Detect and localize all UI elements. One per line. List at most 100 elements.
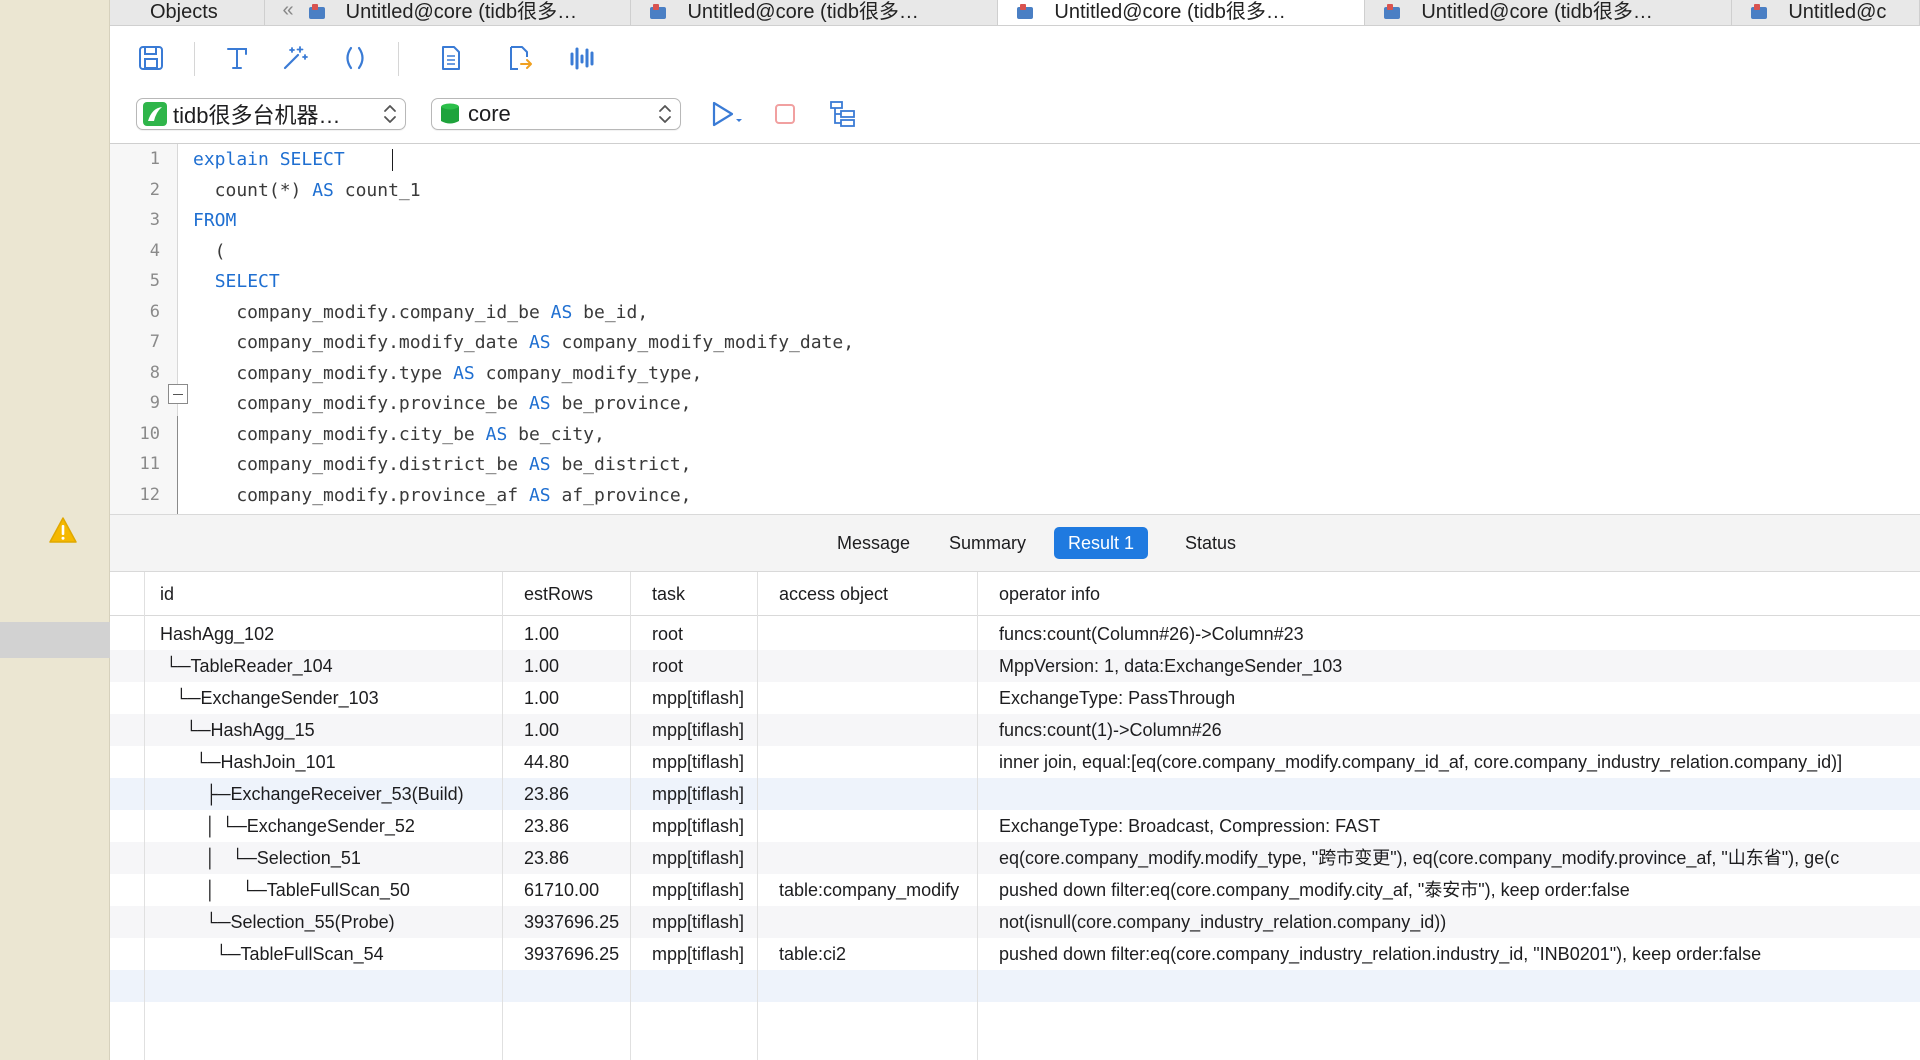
code-line[interactable]: 12 company_modify.province_af AS af_prov… (110, 480, 1920, 510)
cell-task[interactable]: mpp[tiflash] (640, 778, 763, 810)
cell-id[interactable]: └─TableFullScan_54 (148, 938, 508, 970)
code-line[interactable]: 8 company_modify.type AS company_modify_… (110, 358, 1920, 388)
column-header-id[interactable]: id (148, 572, 174, 616)
table-row[interactable]: │ └─ExchangeSender_52 23.86 mpp[tiflash] Ex… (110, 810, 1920, 842)
column-divider[interactable] (977, 572, 978, 1060)
cell-operator-info[interactable]: pushed down filter:eq(core.company_indus… (987, 938, 1761, 970)
table-row[interactable]: ├─ExchangeReceiver_53(Build) 23.86 mpp[tif… (110, 778, 1920, 810)
table-row[interactable]: └─TableReader_104 1.00 root MppVersion: 1, … (110, 650, 1920, 682)
table-row[interactable]: └─HashAgg_15 1.00 mpp[tiflash] funcs:count(… (110, 714, 1920, 746)
cell-task[interactable]: mpp[tiflash] (640, 714, 763, 746)
cell-estrows[interactable]: 1.00 (512, 650, 636, 682)
cell-task[interactable]: mpp[tiflash] (640, 842, 763, 874)
cell-access-object[interactable] (767, 618, 983, 650)
column-header-access-object[interactable]: access object (767, 572, 888, 616)
column-header-estrows[interactable]: estRows (512, 572, 593, 616)
explain-chart-icon[interactable] (566, 41, 600, 75)
cell-task[interactable]: root (640, 618, 763, 650)
tab-message[interactable]: Message (823, 527, 924, 559)
cell-operator-info[interactable]: ExchangeType: Broadcast, Compression: FA… (987, 810, 1380, 842)
cell-access-object[interactable] (767, 650, 983, 682)
table-row[interactable]: │ └─Selection_51 23.86 mpp[tiflash] eq(core… (110, 842, 1920, 874)
cell-task[interactable]: mpp[tiflash] (640, 746, 763, 778)
cell-id[interactable]: └─HashAgg_15 (148, 714, 508, 746)
text-document-icon[interactable] (434, 41, 468, 75)
tab-query-3-active[interactable]: Untitled@core (tidb很多… (998, 0, 1366, 25)
cell-access-object[interactable] (767, 682, 983, 714)
cell-access-object[interactable] (767, 906, 983, 938)
cell-estrows[interactable]: 1.00 (512, 714, 636, 746)
table-row[interactable]: └─HashJoin_101 44.80 mpp[tiflash] inner joi… (110, 746, 1920, 778)
cell-estrows[interactable]: 44.80 (512, 746, 636, 778)
cell-access-object[interactable] (767, 810, 983, 842)
tab-status[interactable]: Status (1171, 527, 1250, 559)
cell-id[interactable]: │ └─Selection_51 (148, 842, 508, 874)
code-line[interactable]: 3 FROM (110, 205, 1920, 235)
cell-task[interactable]: mpp[tiflash] (640, 682, 763, 714)
save-icon[interactable] (134, 41, 168, 75)
cell-operator-info[interactable]: inner join, equal:[eq(core.company_modif… (987, 746, 1842, 778)
cell-estrows[interactable]: 61710.00 (512, 874, 636, 906)
column-header-operator-info[interactable]: operator info (987, 572, 1100, 616)
cell-id[interactable]: HashAgg_102 (148, 618, 508, 650)
cell-id[interactable]: └─HashJoin_101 (148, 746, 508, 778)
tab-query-5[interactable]: Untitled@c (1732, 0, 1920, 25)
chevron-left-icon[interactable]: « (283, 0, 294, 22)
tab-query-4[interactable]: Untitled@core (tidb很多… (1365, 0, 1733, 25)
stop-icon[interactable] (768, 97, 802, 131)
run-play-icon[interactable] (706, 97, 750, 131)
cell-access-object[interactable] (767, 746, 983, 778)
column-header-task[interactable]: task (640, 572, 685, 616)
code-line[interactable]: 4 ( (110, 236, 1920, 266)
cell-id[interactable]: │ └─ExchangeSender_52 (148, 810, 508, 842)
cell-operator-info[interactable]: funcs:count(Column#26)->Column#23 (987, 618, 1304, 650)
cell-operator-info[interactable]: eq(core.company_modify.modify_type, "跨市变… (987, 842, 1839, 874)
tab-query-1[interactable]: « Untitled@core (tidb很多… (265, 0, 632, 25)
table-row[interactable]: │ └─TableFullScan_50 61710.00 mpp[tiflash]… (110, 874, 1920, 906)
cell-access-object[interactable] (767, 842, 983, 874)
connection-select[interactable]: tidb很多台机器… (136, 98, 406, 130)
code-line[interactable]: 1 explain SELECT (110, 144, 1920, 174)
table-row[interactable] (110, 970, 1920, 1002)
table-row[interactable]: └─ExchangeSender_103 1.00 mpp[tiflash] Exch… (110, 682, 1920, 714)
cell-estrows[interactable]: 1.00 (512, 682, 636, 714)
cell-task[interactable]: mpp[tiflash] (640, 874, 763, 906)
beautify-icon[interactable] (278, 41, 312, 75)
cell-estrows[interactable]: 3937696.25 (512, 906, 636, 938)
cell-operator-info[interactable] (987, 778, 999, 810)
code-line[interactable]: 7 company_modify.modify_date AS company_… (110, 327, 1920, 357)
sidebar-selected-row[interactable] (0, 622, 110, 658)
tab-result-1[interactable]: Result 1 (1054, 527, 1149, 559)
code-line[interactable]: 11 company_modify.district_be AS be_dist… (110, 449, 1920, 479)
warning-icon[interactable] (48, 516, 78, 544)
cell-estrows[interactable]: 3937696.25 (512, 938, 636, 970)
cell-access-object[interactable] (767, 714, 983, 746)
table-row[interactable]: └─TableFullScan_54 3937696.25 mpp[tiflash]… (110, 938, 1920, 970)
cell-task[interactable]: mpp[tiflash] (640, 810, 763, 842)
format-icon[interactable] (220, 41, 254, 75)
cell-estrows[interactable]: 23.86 (512, 810, 636, 842)
cell-access-object[interactable] (767, 778, 983, 810)
cell-estrows[interactable]: 23.86 (512, 842, 636, 874)
code-line[interactable]: 9 company_modify.province_be AS be_provi… (110, 388, 1920, 418)
tab-objects[interactable]: Objects (110, 0, 265, 25)
export-query-icon[interactable] (502, 41, 536, 75)
cell-operator-info[interactable]: not(isnull(core.company_industry_relatio… (987, 906, 1446, 938)
fold-toggle-icon[interactable] (168, 384, 188, 404)
code-line[interactable]: 2 count(*) AS count_1 (110, 175, 1920, 205)
sql-editor[interactable]: 1 explain SELECT 2 count(*) AS count_1 3 FRO… (110, 144, 1920, 514)
cell-task[interactable]: root (640, 650, 763, 682)
cell-access-object[interactable]: table:company_modify (767, 874, 983, 906)
table-row[interactable]: └─Selection_55(Probe) 3937696.25 mpp[tifla… (110, 906, 1920, 938)
cell-id[interactable]: └─TableReader_104 (148, 650, 508, 682)
cell-operator-info[interactable]: ExchangeType: PassThrough (987, 682, 1235, 714)
tab-summary[interactable]: Summary (935, 527, 1040, 559)
cell-operator-info[interactable]: MppVersion: 1, data:ExchangeSender_103 (987, 650, 1342, 682)
code-line[interactable]: 5 SELECT (110, 266, 1920, 296)
parentheses-icon[interactable] (338, 41, 372, 75)
cell-operator-info[interactable]: pushed down filter:eq(core.company_modif… (987, 874, 1630, 906)
cell-estrows[interactable]: 1.00 (512, 618, 636, 650)
database-select[interactable]: core (431, 98, 681, 130)
cell-access-object[interactable]: table:ci2 (767, 938, 983, 970)
column-divider[interactable] (630, 572, 631, 1060)
